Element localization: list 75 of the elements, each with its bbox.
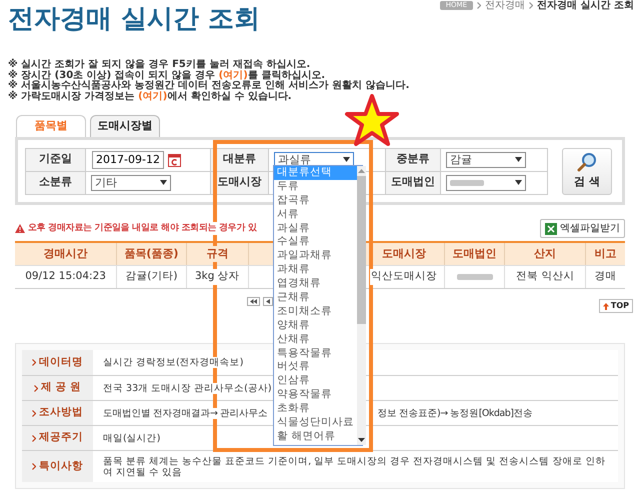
dropdown-option[interactable]: 양채류 xyxy=(274,318,357,333)
field-label: 대분류 xyxy=(211,148,269,172)
caret-icon xyxy=(160,180,167,185)
info-text: 실시간 경락정보(전자경매속보) xyxy=(103,357,244,368)
select-field[interactable]: 감귤 xyxy=(446,152,526,168)
dropdown-option[interactable]: 두류 xyxy=(274,180,357,194)
breadcrumb-link[interactable]: 전자경매 실시간 조회 xyxy=(537,0,634,11)
info-text: 전국 33개 도매시장 관리사무소(공사) xyxy=(103,382,272,394)
dropdown-option[interactable]: 과일과채류 xyxy=(274,249,357,264)
warning-text: 오후 경매자료는 기준일을 내일로 해야 조회되는 경우가 있 xyxy=(28,222,257,236)
info-label: 특이사항 xyxy=(39,458,83,474)
field-label: 기준일 xyxy=(26,148,86,172)
notice-text: ※ 실시간 조회가 잘 되지 않을 경우 F5키를 눌러 재접속 하십시오. xyxy=(8,60,312,70)
calendar-icon[interactable] xyxy=(168,152,181,166)
up-arrow-icon xyxy=(602,302,609,310)
dropdown-option[interactable]: 서류 xyxy=(274,208,357,222)
tab[interactable]: 도매시장별 xyxy=(90,115,160,137)
blurred-text-icon xyxy=(456,273,493,281)
search-button[interactable]: 검 색 xyxy=(562,148,612,194)
info-label: 제공주기 xyxy=(39,430,83,446)
info-label: 제 공 원 xyxy=(40,380,82,396)
blurred-text-icon xyxy=(450,178,484,186)
info-text: 정보 전송표준)→ 농정원[Okdab]전송 xyxy=(378,408,532,418)
field-label: 중분류 xyxy=(386,148,441,172)
dropdown-option[interactable]: 엽경채류 xyxy=(274,277,357,292)
dropdown-option[interactable]: 근채류 xyxy=(274,291,357,305)
dropdown-option[interactable]: 약용작물류 xyxy=(274,388,357,402)
search-icon xyxy=(577,152,597,172)
dropdown-option[interactable]: 인삼류 xyxy=(274,374,357,388)
warning-icon xyxy=(15,224,25,233)
excel-download-button[interactable]: 엑셀파일받기 xyxy=(540,219,625,238)
chevron-icon xyxy=(32,359,36,366)
dropdown-option[interactable]: 활 해면어류 xyxy=(274,430,357,444)
scrollbar[interactable] xyxy=(357,166,366,445)
chevron-icon xyxy=(477,2,482,9)
column-header: 규격 xyxy=(205,246,230,262)
select-field[interactable] xyxy=(446,174,526,190)
breadcrumb-link[interactable]: 전자경매 xyxy=(485,0,526,11)
select-field[interactable]: 기타 xyxy=(91,174,171,190)
previous-page-button[interactable] xyxy=(263,297,273,306)
first-page-button[interactable] xyxy=(247,297,260,306)
notice-text: ※ 장시간 (30초 이상) 접속이 되지 않을 경우 (여기)를 클릭하십시오. xyxy=(8,70,326,80)
notice-text: ※ 서울시농수산식품공사와 농정원간 데이터 전송오류로 인해 서비스가 원활치 않습니다. xyxy=(8,81,410,91)
dropdown-option[interactable]: 식물성단미사료 xyxy=(274,416,357,430)
dropdown-option[interactable]: 버섯류 xyxy=(274,360,357,374)
info-text: 도매법인별 전자경매결과→ 관리사무소 xyxy=(103,408,268,418)
spreadsheet-icon xyxy=(545,222,557,234)
dropdown-option[interactable]: 특용작물류 xyxy=(274,346,357,360)
table-cell: 익산도매시장 xyxy=(370,269,438,285)
date-field[interactable]: 2017-09-12 xyxy=(92,150,164,168)
table-cell: 3kg 상자 xyxy=(194,269,241,285)
dropdown-option[interactable]: 초화류 xyxy=(274,402,357,416)
info-text: 매일(실시간) xyxy=(103,432,160,444)
notice-text: ※ 가락도매시장 가격정보는 (여기)에서 확인하실 수 있습니다. xyxy=(8,92,293,102)
chevron-icon xyxy=(32,463,36,470)
caret-icon xyxy=(515,157,522,162)
caret-icon xyxy=(343,157,350,162)
caret-icon xyxy=(515,180,522,185)
chevron-icon xyxy=(529,2,534,9)
chevron-icon xyxy=(32,410,36,416)
page-title: 전자경매 실시간 조회 xyxy=(8,4,260,34)
dropdown-option[interactable]: 잡곡류 xyxy=(274,194,357,208)
top-button[interactable]: TOP xyxy=(598,299,633,313)
dropdown-option[interactable]: 과실류 xyxy=(274,222,357,236)
dropdown-option[interactable]: 조미채소류 xyxy=(274,304,357,319)
field-label: 소분류 xyxy=(26,172,86,194)
dropdown-option[interactable]: 수실류 xyxy=(274,235,357,250)
star-icon xyxy=(344,94,400,148)
dropdown-option[interactable]: 과채류 xyxy=(274,263,357,278)
field-label: 도매법인 xyxy=(386,172,441,194)
dropdown-option[interactable]: 산채류 xyxy=(274,332,357,347)
chevron-icon xyxy=(32,434,36,442)
info-label: 데이터명 xyxy=(39,354,83,370)
info-label: 조사방법 xyxy=(39,405,83,420)
chevron-icon xyxy=(34,384,38,392)
